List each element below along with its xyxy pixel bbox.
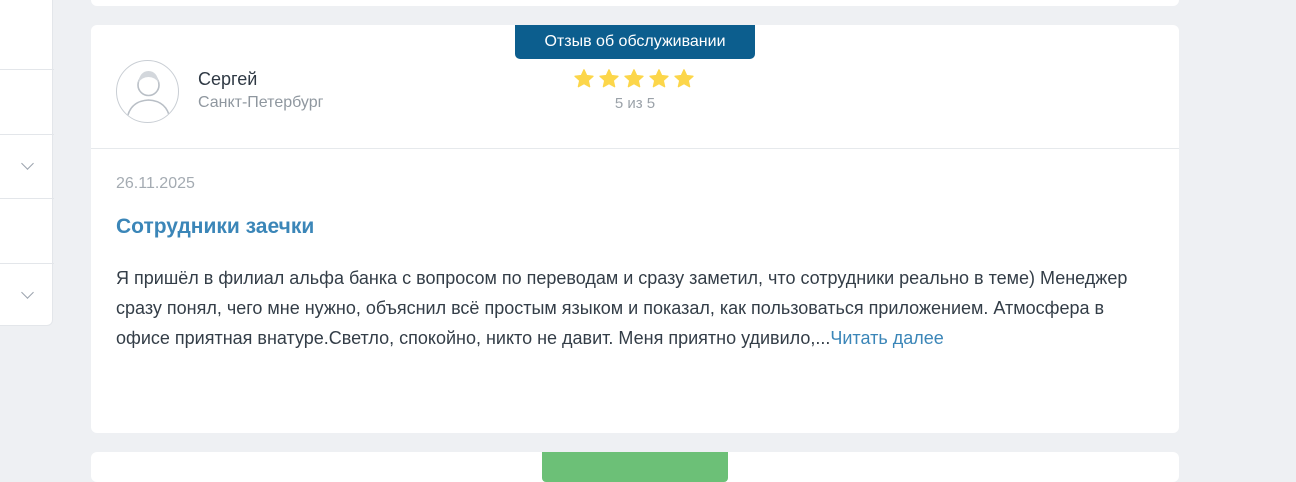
review-text: Я пришёл в филиал альфа банка с вопросом… <box>116 263 1156 353</box>
user-avatar-icon <box>116 60 179 123</box>
read-more-link[interactable]: Читать далее <box>830 328 943 348</box>
rating-label: 5 из 5 <box>614 95 656 112</box>
next-review-card <box>91 452 1179 482</box>
review-date: 26.11.2025 <box>116 175 195 192</box>
review-card: Отзыв об обслуживании Сергей Санкт-Петер… <box>91 25 1179 433</box>
filter-row[interactable] <box>0 70 54 135</box>
star-icon <box>649 69 669 88</box>
star-icon <box>674 69 694 88</box>
star-icon <box>574 69 594 88</box>
review-type-badge: Отзыв об обслуживании <box>515 25 755 59</box>
review-type-badge <box>542 452 728 482</box>
review-body: Я пришёл в филиал альфа банка с вопросом… <box>116 268 1128 348</box>
review-title[interactable]: Сотрудники заечки <box>116 215 314 239</box>
filter-row[interactable] <box>0 0 54 70</box>
filter-sidebar <box>0 0 54 327</box>
author-city: Санкт-Петербург <box>198 94 324 111</box>
star-icon <box>599 69 619 88</box>
chevron-down-icon[interactable] <box>21 157 34 170</box>
card-divider <box>91 148 1179 149</box>
filter-row-dropdown[interactable] <box>0 264 54 327</box>
chevron-down-icon[interactable] <box>21 286 34 299</box>
filter-row-dropdown[interactable] <box>0 135 54 199</box>
author-name: Сергей <box>198 69 258 89</box>
star-icon <box>624 69 644 88</box>
previous-review-card <box>91 0 1179 6</box>
filter-row[interactable] <box>0 199 54 264</box>
rating-stars <box>573 68 697 90</box>
